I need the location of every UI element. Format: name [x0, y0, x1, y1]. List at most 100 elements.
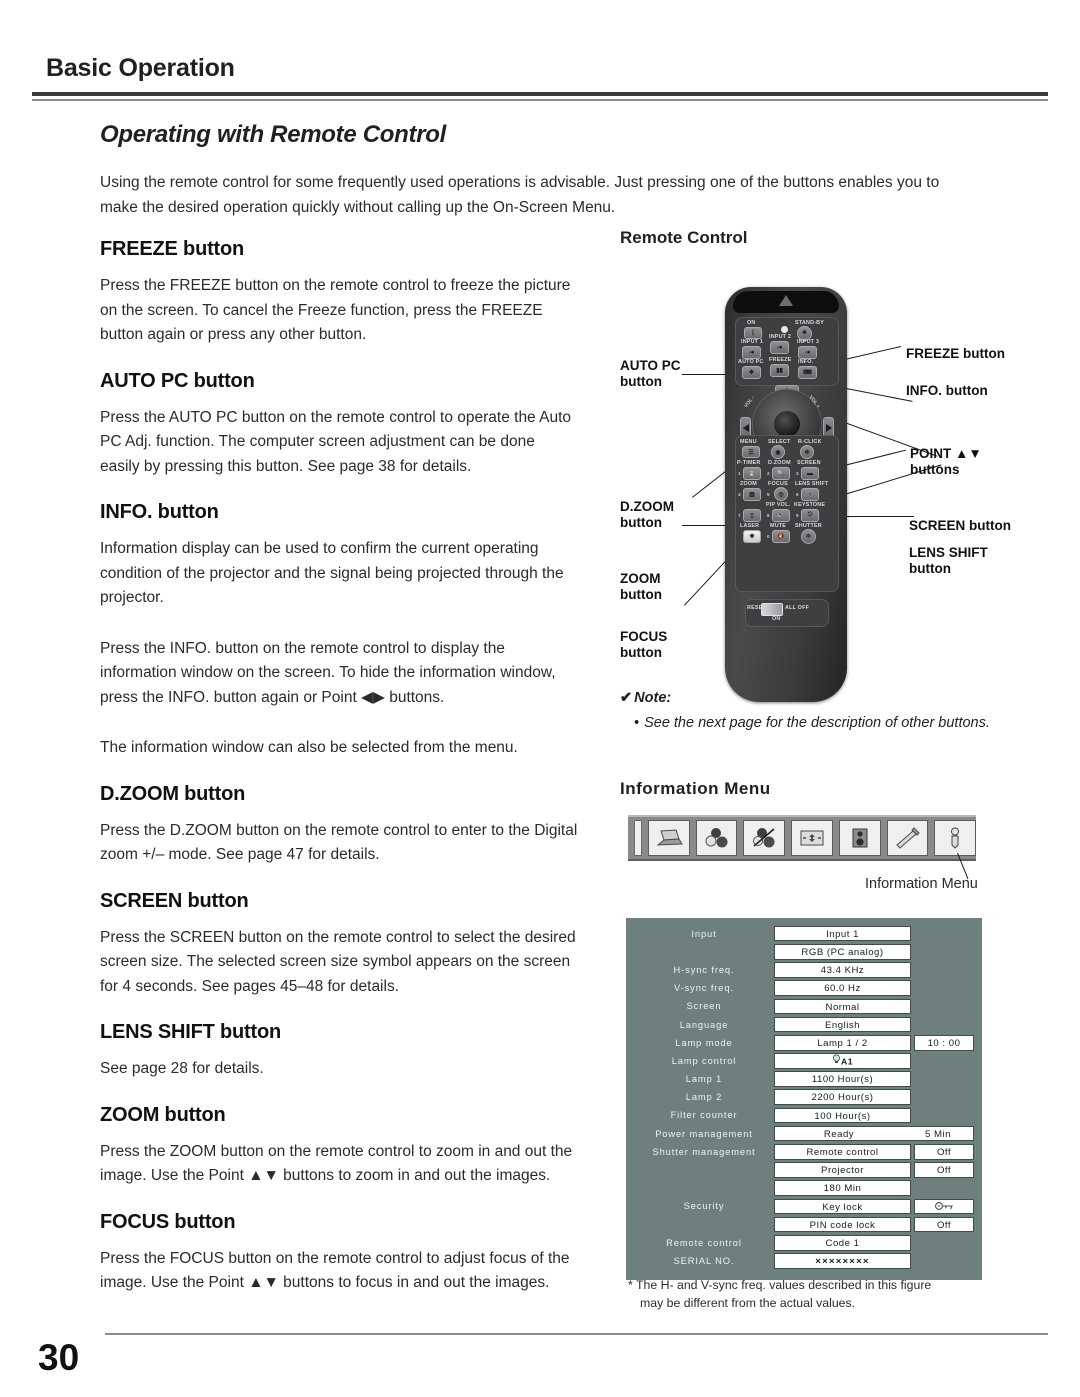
table-row: Shutter management Remote control Off — [634, 1143, 974, 1160]
key-focus[interactable]: ◎ — [774, 487, 788, 501]
key-input2[interactable]: ⇥ — [770, 341, 789, 354]
table-row: Language English — [634, 1016, 974, 1033]
row-value-power-management: Ready 5 Min — [774, 1125, 974, 1142]
callout-screen-button: SCREEN button — [909, 518, 1011, 533]
lamp-bulb-icon — [832, 1054, 841, 1070]
callout-point-line2: buttons — [910, 462, 960, 477]
sound-icon[interactable] — [838, 820, 881, 856]
key-keystone[interactable]: ⎋ — [801, 509, 819, 522]
row-label: Input — [691, 928, 717, 939]
label-input1: INPUT 1 — [741, 339, 764, 345]
key-zoom[interactable]: ▧ — [743, 488, 761, 501]
footnote-line2: may be different from the actual values. — [640, 1296, 856, 1310]
remote-body: ON STAND-BY | ⎈ INPUT 1 INPUT 2 INPUT 3 … — [725, 287, 847, 702]
key-d-zoom[interactable]: 🔍 — [772, 467, 790, 480]
key-p-timer[interactable]: ⌛ — [743, 467, 761, 480]
key-power-on[interactable]: | — [744, 327, 762, 339]
callout-dzoom-line1: D.ZOOM — [620, 499, 674, 514]
left-column: FREEZE button Press the FREEZE button on… — [100, 238, 578, 1318]
table-row: H-sync freq. 43.4 KHz — [634, 961, 974, 978]
key-info[interactable]: ⌨ — [798, 366, 817, 379]
chapter-title: Basic Operation — [46, 54, 235, 82]
label-r-click: R-CLICK — [798, 439, 822, 445]
label-lens-shift: LENS SHIFT — [795, 481, 829, 487]
key-auto-pc[interactable]: ✥ — [742, 366, 761, 379]
remote-switch-panel — [745, 599, 829, 627]
callout-lens-shift-line2: button — [909, 561, 951, 576]
setting-icon[interactable] — [886, 820, 929, 856]
information-menu-icon-strip — [628, 815, 976, 861]
label-laser: LASER — [740, 523, 760, 529]
label-switch-on: ON — [772, 616, 781, 622]
key-r-click[interactable]: ❄ — [800, 445, 814, 459]
strip-left-cap — [634, 820, 642, 856]
key-screen[interactable]: ▬ — [801, 467, 819, 480]
row-extra-key-lock-icon — [914, 1198, 974, 1215]
footer-rule — [105, 1333, 1048, 1335]
computer-icon[interactable] — [647, 820, 690, 856]
row-extra — [914, 1071, 974, 1087]
table-row: Security Key lock — [634, 1198, 974, 1215]
key-number-8: 8 — [767, 513, 770, 518]
row-value: Remote control — [774, 1144, 911, 1160]
callout-focus-button: FOCUS button — [620, 629, 667, 661]
image-select-icon[interactable] — [743, 820, 786, 856]
heading-lens-shift-button: LENS SHIFT button — [100, 1021, 282, 1043]
row-label: Remote control — [666, 1237, 742, 1248]
remote-control-figure: ON STAND-BY | ⎈ INPUT 1 INPUT 2 INPUT 3 … — [620, 254, 1040, 704]
row-extra — [914, 980, 974, 996]
key-input3[interactable]: ⇥ — [798, 346, 817, 359]
remote-control-title: Remote Control — [620, 228, 748, 247]
label-menu: MENU — [740, 439, 757, 445]
key-pip-vol[interactable]: 🔉 — [772, 509, 790, 522]
image-adjust-icon[interactable] — [695, 820, 738, 856]
row-extra — [914, 1089, 974, 1105]
reset-all-off-switch[interactable] — [761, 603, 783, 616]
row-extra — [914, 962, 974, 978]
key-menu[interactable]: ☰ — [742, 446, 760, 458]
key-freeze[interactable]: ▮▮ — [770, 364, 789, 377]
paragraph-info-3: The information window can also be selec… — [100, 739, 518, 756]
row-extra — [914, 1017, 974, 1033]
label-input3: INPUT 3 — [797, 339, 820, 345]
leader-lens-shift — [838, 516, 914, 518]
note-item: • See the next page for the description … — [620, 713, 1040, 733]
key-pip[interactable]: ▯ — [743, 509, 761, 522]
key-shutter[interactable]: ⚛ — [801, 529, 816, 544]
row-value-secondary: 5 Min — [925, 1128, 951, 1140]
row-value: Code 1 — [774, 1234, 911, 1251]
disc-center-nub[interactable] — [774, 411, 800, 437]
remote-indicator-lamp-icon — [781, 326, 788, 333]
key-input1[interactable]: ⇥ — [742, 346, 761, 359]
key-number-3: 3 — [796, 471, 799, 476]
heading-info-button: INFO. button — [100, 501, 219, 523]
key-number-5: 5 — [767, 492, 770, 497]
row-extra — [914, 926, 974, 942]
callout-point-line1: POINT ▲▼ — [910, 446, 982, 461]
right-column: Remote Control ON STAND-BY | ⎈ INPUT 1 I… — [620, 228, 1040, 892]
label-freeze: FREEZE — [769, 357, 792, 363]
callout-dzoom-line2: button — [620, 515, 662, 530]
label-select: SELECT — [768, 439, 791, 445]
row-extra — [914, 1235, 974, 1251]
key-number-9: 9 — [796, 513, 799, 518]
information-icon[interactable] — [934, 820, 976, 856]
key-lens-shift[interactable]: ▫ — [801, 488, 819, 501]
row-value: 180 Min — [774, 1180, 911, 1197]
row-value: English — [774, 1016, 911, 1033]
key-select[interactable]: ◉ — [771, 445, 785, 459]
row-label: Screen — [686, 1001, 722, 1012]
manual-page: Basic Operation Operating with Remote Co… — [0, 0, 1080, 1397]
table-row: SERIAL NO. ×××××××× — [634, 1252, 974, 1269]
screen-icon[interactable] — [791, 820, 833, 856]
callout-lens-shift-button: LENS SHIFT button — [909, 545, 988, 577]
key-laser[interactable]: ✸ — [743, 530, 761, 543]
heading-dzoom-button: D.ZOOM button — [100, 782, 246, 805]
paragraph-auto-pc: Press the AUTO PC button on the remote c… — [100, 408, 572, 475]
callout-freeze-button: FREEZE button — [906, 346, 1005, 361]
table-row: Lamp mode Lamp 1 / 2 10 : 00 — [634, 1034, 974, 1051]
information-menu-table: Input Input 1 RGB (PC analog) H-sync freq… — [626, 918, 982, 1280]
paragraph-screen: Press the SCREEN button on the remote co… — [100, 928, 576, 995]
callout-lens-shift-line1: LENS SHIFT — [909, 545, 988, 560]
row-value: Lamp 1 / 2 — [774, 1034, 911, 1051]
